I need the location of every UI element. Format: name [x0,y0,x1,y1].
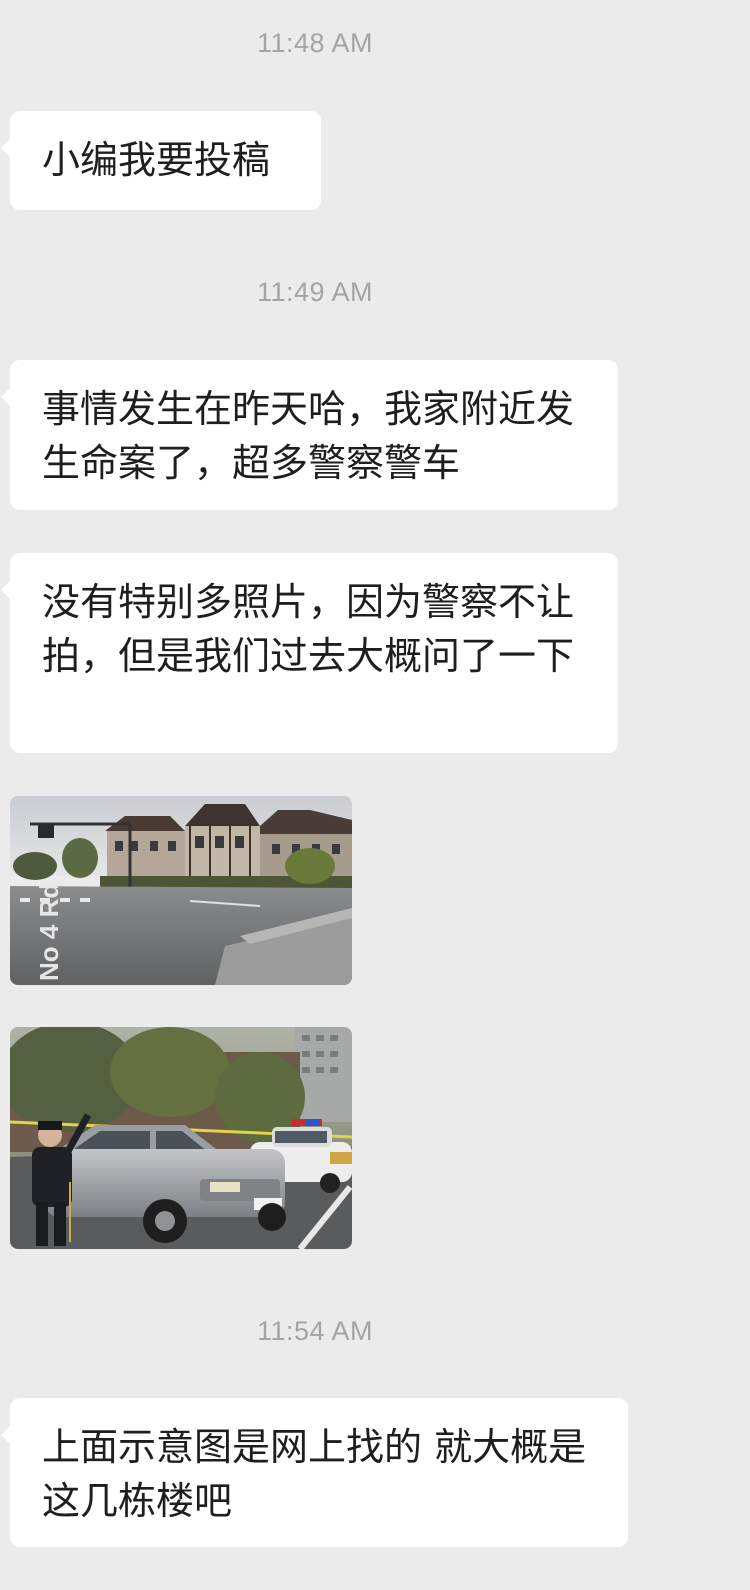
message-text: 上面示意图是网上找的 就大概是这几栋楼吧 [42,1425,587,1523]
message-bubble[interactable]: 上面示意图是网上找的 就大概是这几栋楼吧 [1,1398,628,1547]
message-bubble[interactable]: 小编我要投稿 [1,111,321,210]
message-text: 没有特别多照片，因为警察不让拍，但是我们过去大概问了一下 [42,580,575,678]
street-intersection-photo: No 4 Rd [10,796,352,985]
timestamp: 11:49 AM [256,277,374,307]
image-message-street[interactable]: No 4 Rd [10,796,352,985]
message-text: 小编我要投稿 [42,138,271,182]
message-bubble[interactable]: 没有特别多照片，因为警察不让拍，但是我们过去大概问了一下 [1,553,618,753]
message-text: 事情发生在昨天哈，我家附近发生命案了，超多警察警车 [42,387,575,485]
police-scene-photo [10,1027,352,1249]
timestamp: 11:48 AM [256,28,374,58]
road-label: No 4 Rd [34,883,64,981]
message-bubble[interactable]: 事情发生在昨天哈，我家附近发生命案了，超多警察警车 [1,360,618,510]
image-message-police[interactable] [10,1027,352,1249]
chat-conversation: 11:48 AM 小编我要投稿 11:49 AM 事情发生在昨天哈，我家附近发生… [0,0,750,1590]
timestamp: 11:54 AM [256,1316,374,1346]
